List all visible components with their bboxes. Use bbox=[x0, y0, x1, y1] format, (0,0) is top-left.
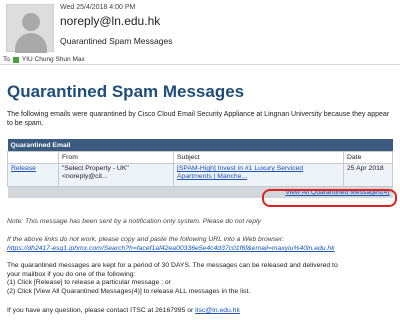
email-subject: Quarantined Spam Messages bbox=[60, 36, 173, 46]
release-link[interactable]: Release bbox=[11, 165, 36, 172]
action-cell: Release bbox=[7, 163, 59, 187]
contact-text: If you have any question, please contact… bbox=[7, 307, 196, 314]
intro-text: The following emails were quarantined by… bbox=[7, 111, 390, 127]
retention-line: your mailbox if you do one of the follow… bbox=[7, 270, 136, 278]
column-header-subject: Subject bbox=[173, 151, 344, 164]
column-header-from: From bbox=[58, 151, 174, 164]
retention-line: (2) Click [View All Quarantined Messages… bbox=[7, 287, 251, 295]
contact-status-icon bbox=[12, 56, 19, 63]
subject-link-line2[interactable]: Apartments | Manche... bbox=[177, 173, 340, 181]
to-label: To bbox=[3, 56, 10, 63]
table-row: Release "Select Property - UK" <noreply@… bbox=[7, 163, 393, 187]
retention-info: The quarantined messages are kept for a … bbox=[7, 262, 393, 296]
no-reply-note: Note: This message has been sent by a no… bbox=[7, 218, 261, 225]
from-name: "Select Property - UK" bbox=[62, 165, 129, 172]
table-caption-row: Quarantined Email bbox=[7, 139, 393, 152]
column-header-date: Date bbox=[343, 151, 393, 164]
table-header-row: From Subject Date bbox=[7, 151, 393, 164]
recipient-row: To YIU Chung Shun Max bbox=[3, 56, 85, 63]
column-header-action bbox=[7, 151, 59, 164]
fallback-url-link[interactable]: https://dh2417-esg1.iphmx.com/Search?h=f… bbox=[7, 245, 335, 252]
subject-cell: [SPAM-High] Invest in #1 Luxury Serviced… bbox=[173, 163, 344, 187]
subject-link-line1[interactable]: [SPAM-High] Invest in #1 Luxury Serviced bbox=[177, 165, 340, 173]
from-address: <noreply@cit... bbox=[62, 173, 108, 180]
links-note: If the above links do not work, please c… bbox=[7, 236, 285, 243]
date-cell: 25 Apr 2018 bbox=[343, 163, 393, 187]
email-date: Wed 25/4/2018 4:00 PM bbox=[60, 4, 136, 11]
highlight-ring bbox=[262, 189, 397, 207]
table-caption: Quarantined Email bbox=[7, 139, 393, 152]
contact-line: If you have any question, please contact… bbox=[7, 307, 240, 314]
header-divider bbox=[0, 64, 400, 65]
email-header: Wed 25/4/2018 4:00 PM noreply@ln.edu.hk … bbox=[0, 0, 400, 64]
sender-address[interactable]: noreply@ln.edu.hk bbox=[60, 14, 160, 28]
retention-line: The quarantined messages are kept for a … bbox=[7, 262, 338, 269]
from-cell: "Select Property - UK" <noreply@cit... bbox=[58, 163, 174, 187]
retention-line: (1) Click [Release] to release a particu… bbox=[7, 279, 171, 286]
sender-avatar-icon bbox=[6, 4, 54, 53]
contact-email-link[interactable]: itsc@ln.edu.hk bbox=[195, 307, 240, 314]
recipient-name[interactable]: YIU Chung Shun Max bbox=[22, 56, 85, 63]
page-title: Quarantined Spam Messages bbox=[7, 82, 245, 101]
